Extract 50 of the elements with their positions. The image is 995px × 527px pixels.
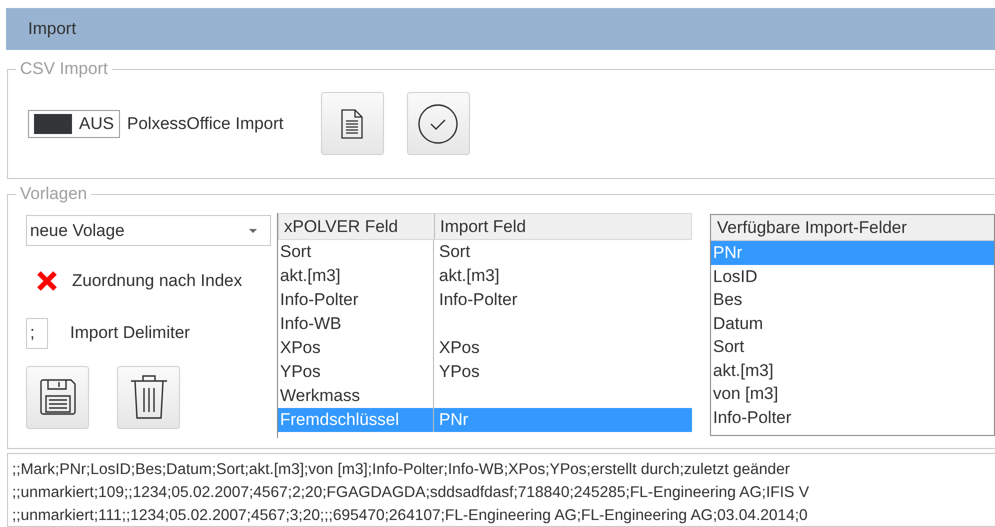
list-item[interactable]: Sort bbox=[711, 335, 994, 358]
preview-line: ;;Mark;PNr;LosID;Bes;Datum;Sort;akt.[m3];von [m3];Info-Polter;Info-WB;XPos;YPos;erstellt durch;zuletzt geänder bbox=[12, 460, 790, 480]
table-cell: Info-WB bbox=[278, 312, 434, 336]
table-cell: Sort bbox=[278, 240, 434, 264]
cross-icon[interactable] bbox=[36, 270, 58, 292]
table-cell: Info-Polter bbox=[278, 288, 434, 312]
table-row[interactable]: XPos XPos bbox=[278, 336, 692, 360]
table-cell: akt.[m3] bbox=[278, 264, 434, 288]
toggle-label: AUS bbox=[78, 112, 114, 135]
list-item[interactable]: Datum bbox=[711, 312, 994, 335]
column-header[interactable]: Import Feld bbox=[435, 214, 691, 239]
window-title: Import bbox=[28, 18, 76, 40]
toggle-knob bbox=[34, 114, 72, 134]
column-header[interactable]: xPOLVER Feld bbox=[279, 214, 435, 239]
list-item[interactable]: Info-Polter bbox=[711, 406, 994, 429]
toggle-switch[interactable]: AUS bbox=[28, 110, 120, 138]
trash-icon bbox=[128, 375, 168, 419]
table-cell: YPos bbox=[278, 360, 434, 384]
toggle-caption: PolxessOffice Import bbox=[127, 112, 284, 135]
table-row[interactable]: Info-WB bbox=[278, 312, 692, 336]
table-cell-text: PNr bbox=[438, 409, 470, 431]
save-button[interactable] bbox=[26, 366, 89, 428]
delimiter-label: Import Delimiter bbox=[70, 322, 190, 344]
dropdown-caret-icon bbox=[249, 228, 257, 232]
delimiter-field[interactable]: ; bbox=[26, 318, 48, 348]
template-dropdown[interactable]: neue Volage bbox=[26, 215, 271, 246]
check-circle-icon bbox=[417, 102, 460, 144]
table-cell: XPos bbox=[278, 336, 434, 360]
list-item[interactable]: LosID bbox=[711, 264, 994, 288]
table-row[interactable]: akt.[m3] akt.[m3] bbox=[278, 264, 692, 288]
table-cell-text: akt.[m3] bbox=[438, 265, 500, 287]
table-row[interactable]: Sort Sort bbox=[278, 240, 692, 264]
list-item[interactable]: Bes bbox=[711, 288, 994, 312]
table-cell-text: Sort bbox=[438, 241, 472, 263]
table-cell-text: XPos bbox=[438, 337, 481, 359]
list-item[interactable]: von [m3] bbox=[711, 382, 994, 406]
list-header: Verfügbare Import-Felder bbox=[711, 215, 994, 241]
list-item[interactable]: akt.[m3] bbox=[711, 358, 994, 382]
table-row[interactable]: Info-Polter Info-Polter bbox=[278, 288, 692, 312]
document-button[interactable] bbox=[320, 92, 384, 155]
preview-line: ;;unmarkiert;111;;1234;05.02.2007;4567;3;20;;;695470;264107;FL-Engineering AG;FL-Engineering AG;03.04.2014;0 bbox=[12, 506, 808, 526]
document-icon bbox=[341, 108, 364, 138]
delete-button[interactable] bbox=[117, 366, 180, 428]
preview-line: ;;unmarkiert;109;;1234;05.02.2007;4567;2;20;FGAGDAGDA;sddsadfdasf;718840;245285;FL-Engineering AG;IFIS V bbox=[12, 483, 810, 503]
confirm-button[interactable] bbox=[406, 92, 470, 155]
table-cell-text: YPos bbox=[438, 361, 481, 383]
table-cell: Fremdschlüssel bbox=[278, 408, 434, 432]
index-mapping-label: Zuordnung nach Index bbox=[72, 270, 242, 292]
table-cell-text: Info-Polter bbox=[438, 289, 518, 311]
table-row[interactable]: YPos YPos bbox=[278, 360, 692, 384]
